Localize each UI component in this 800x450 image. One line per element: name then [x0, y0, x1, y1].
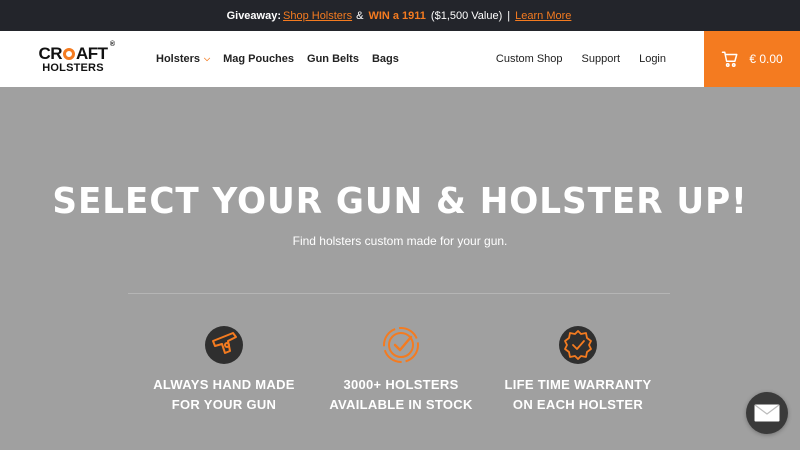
nav-item-bags[interactable]: Bags [372, 53, 399, 65]
hero-section: SELECT YOUR GUN & HOLSTER UP! Find holst… [0, 87, 800, 450]
gun-icon [205, 326, 243, 364]
cart-icon [722, 51, 738, 67]
main-nav: Holsters ⌵ Mag Pouches Gun Belts Bags [156, 53, 399, 65]
logo-text-b: AFT [76, 43, 108, 63]
cart-button[interactable]: € 0.00 [704, 31, 800, 87]
promo-separator: | [507, 9, 511, 22]
feature-in-stock: 3000+ HOLSTERS AVAILABLE IN STOCK [311, 325, 491, 415]
feature-line1: LIFE TIME WARRANTY [504, 377, 652, 392]
nav-item-custom-shop[interactable]: Custom Shop [496, 53, 563, 65]
nav-item-support[interactable]: Support [582, 53, 621, 65]
nav-item-label: Gun Belts [307, 53, 359, 65]
feature-line2: ON EACH HOLSTER [512, 397, 644, 412]
chat-button[interactable] [746, 392, 788, 434]
hero-divider [128, 293, 670, 294]
checkmark-badge-icon [383, 327, 419, 363]
logo-subtext: HOLSTERS [42, 61, 104, 74]
nav-item-label: Mag Pouches [223, 53, 295, 65]
logo-registered: ® [109, 40, 115, 48]
nav-item-label: Holsters [156, 53, 201, 65]
feature-hand-made: ALWAYS HAND MADE FOR YOUR GUN [134, 325, 314, 415]
nav-item-gun-belts[interactable]: Gun Belts [307, 53, 359, 65]
craft-holsters-logo[interactable]: CR AFT ® HOLSTERS [37, 41, 115, 74]
promo-bar: Giveaway: Shop Holsters & WIN a 1911 ($1… [0, 0, 800, 31]
feature-line1: 3000+ HOLSTERS [343, 377, 459, 392]
promo-label: Giveaway: [226, 9, 281, 22]
chevron-down-icon: ⌵ [204, 54, 211, 63]
hero-subtitle: Find holsters custom made for your gun. [292, 234, 508, 248]
warranty-badge-icon [559, 326, 597, 364]
feature-line2: AVAILABLE IN STOCK [329, 397, 473, 412]
feature-line2: FOR YOUR GUN [171, 397, 277, 412]
logo-text-a: CR [38, 43, 62, 63]
nav-item-mag-pouches[interactable]: Mag Pouches [223, 53, 294, 65]
logo-o-ring [63, 47, 75, 60]
shop-holsters-link[interactable]: Shop Holsters [283, 10, 352, 22]
envelope-icon [754, 404, 780, 422]
nav-item-holsters[interactable]: Holsters ⌵ [156, 53, 210, 65]
cart-amount: € 0.00 [749, 52, 783, 66]
nav-item-login[interactable]: Login [639, 53, 666, 65]
nav-item-label: Bags [371, 53, 399, 65]
learn-more-link[interactable]: Learn More [515, 10, 571, 22]
feature-warranty: LIFE TIME WARRANTY ON EACH HOLSTER [488, 325, 668, 415]
secondary-nav: Custom Shop Support Login [496, 53, 666, 65]
site-header: CR AFT ® HOLSTERS Holsters ⌵ Mag Pouches G… [0, 31, 800, 87]
promo-highlight: WIN a 1911 [368, 9, 426, 22]
hero-title: SELECT YOUR GUN & HOLSTER UP! [52, 181, 748, 222]
promo-amp: & [356, 9, 364, 22]
feature-line1: ALWAYS HAND MADE [153, 377, 295, 392]
promo-value: ($1,500 Value) [430, 9, 503, 22]
